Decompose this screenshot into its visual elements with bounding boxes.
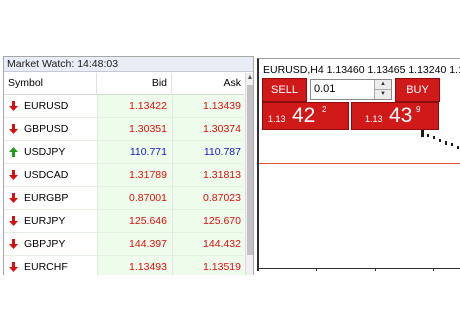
arrow-down-icon <box>9 216 18 226</box>
symbol-cell: GBPJPY <box>24 238 66 250</box>
spin-down-icon[interactable]: ▼ <box>374 90 391 99</box>
column-header-bid[interactable]: Bid <box>99 73 167 94</box>
table-row[interactable]: USDJPY 110.771 110.787 <box>4 141 245 164</box>
symbol-cell: USDCAD <box>24 169 69 181</box>
lot-size-stepper[interactable]: ▲ ▼ <box>310 79 392 100</box>
time-axis-tick <box>375 268 376 271</box>
scrollbar[interactable]: ▲ <box>245 73 253 275</box>
sell-price-display[interactable]: 1.13 42 2 <box>262 102 349 130</box>
sell-price-prefix: 1.13 <box>268 114 286 124</box>
spin-up-icon[interactable]: ▲ <box>374 80 391 90</box>
candlestick <box>457 146 459 149</box>
buy-price-pips: 43 <box>389 104 413 127</box>
bid-cell: 1.31789 <box>129 169 167 181</box>
chart-time-axis <box>259 268 460 269</box>
sell-price-fraction: 2 <box>322 105 327 114</box>
candlestick <box>427 134 429 137</box>
buy-price-display[interactable]: 1.13 43 9 <box>351 102 439 130</box>
bid-cell: 1.13493 <box>129 261 167 273</box>
arrow-up-icon <box>9 147 18 157</box>
symbol-cell: EURJPY <box>24 215 66 227</box>
candlestick <box>445 141 447 145</box>
table-row[interactable]: EURGBP 0.87001 0.87023 <box>4 187 245 210</box>
market-watch-panel: Market Watch: 14:48:03 Symbol Bid Ask EU… <box>3 56 254 275</box>
ask-cell: 1.13519 <box>203 261 241 273</box>
sell-button[interactable]: SELL <box>262 78 307 102</box>
market-watch-header: Symbol Bid Ask <box>4 73 244 95</box>
bid-cell: 144.397 <box>129 238 167 250</box>
sell-price-pips: 42 <box>292 104 316 127</box>
lot-size-input[interactable] <box>314 82 372 96</box>
ask-cell: 1.31813 <box>203 169 241 181</box>
ask-cell: 1.30374 <box>203 123 241 135</box>
table-row[interactable]: EURUSD 1.13422 1.13439 <box>4 95 245 118</box>
ask-cell: 1.13439 <box>203 100 241 112</box>
table-row[interactable]: GBPUSD 1.30351 1.30374 <box>4 118 245 141</box>
arrow-down-icon <box>9 239 18 249</box>
buy-price-fraction: 9 <box>416 105 421 114</box>
time-axis-tick <box>433 268 434 271</box>
buy-button[interactable]: BUY <box>395 78 440 102</box>
symbol-cell: GBPUSD <box>24 123 69 135</box>
symbol-cell: EURCHF <box>24 261 68 273</box>
bid-cell: 125.646 <box>129 215 167 227</box>
candlestick <box>439 139 441 142</box>
column-header-symbol[interactable]: Symbol <box>8 73 43 94</box>
column-divider[interactable] <box>96 73 97 94</box>
candlestick <box>433 136 435 139</box>
arrow-down-icon <box>9 262 18 272</box>
symbol-cell: EURGBP <box>24 192 69 204</box>
time-axis-tick <box>316 268 317 271</box>
table-row[interactable]: USDCAD 1.31789 1.31813 <box>4 164 245 187</box>
market-watch-title: Market Watch: 14:48:03 <box>4 57 253 72</box>
symbol-cell: USDJPY <box>24 146 66 158</box>
column-header-ask[interactable]: Ask <box>169 73 241 94</box>
bid-price-line <box>259 163 460 164</box>
ask-cell: 144.432 <box>203 238 241 250</box>
bid-cell: 110.771 <box>129 146 167 158</box>
table-row[interactable]: EURCHF 1.13493 1.13519 <box>4 256 245 275</box>
bid-cell: 0.87001 <box>129 192 167 204</box>
ask-cell: 0.87023 <box>203 192 241 204</box>
arrow-down-icon <box>9 170 18 180</box>
scroll-up-icon[interactable]: ▲ <box>246 73 253 83</box>
arrow-down-icon <box>9 101 18 111</box>
scrollbar-thumb[interactable] <box>247 85 253 255</box>
candlestick <box>451 143 453 146</box>
ask-cell: 125.670 <box>203 215 241 227</box>
ask-cell: 110.787 <box>203 146 241 158</box>
chart-title: EURUSD,H4 1.13460 1.13465 1.13240 1.1342… <box>263 64 460 76</box>
market-watch-rows: EURUSD 1.13422 1.13439 GBPUSD 1.30351 1.30374… <box>4 95 245 275</box>
one-click-trading-panel: SELL ▲ ▼ BUY 1.13 42 2 1.13 43 9 <box>262 78 460 130</box>
symbol-cell: EURUSD <box>24 100 69 112</box>
arrow-down-icon <box>9 124 18 134</box>
arrow-down-icon <box>9 193 18 203</box>
bid-cell: 1.30351 <box>129 123 167 135</box>
table-row[interactable]: EURJPY 125.646 125.670 <box>4 210 245 233</box>
bid-cell: 1.13422 <box>129 100 167 112</box>
table-row[interactable]: GBPJPY 144.397 144.432 <box>4 233 245 256</box>
buy-price-prefix: 1.13 <box>365 114 383 124</box>
